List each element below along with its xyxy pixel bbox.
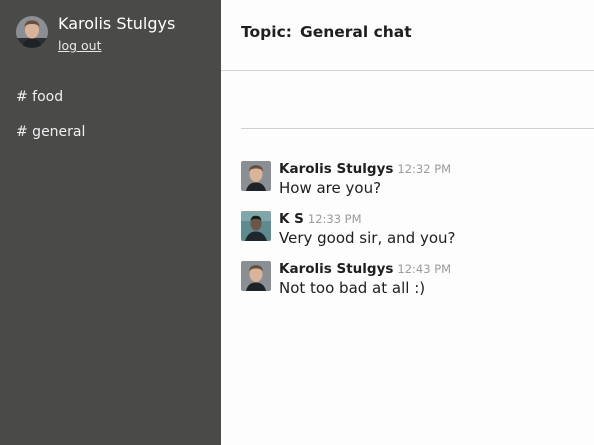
message-item: Karolis Stulgys 12:32 PM How are you?: [241, 161, 586, 211]
user-name: Karolis Stulgys: [58, 14, 176, 33]
message-timestamp: 12:43 PM: [397, 262, 452, 276]
message-divider: [241, 128, 594, 129]
user-avatar-karolis: [241, 161, 271, 191]
chat-app: Karolis Stulgys log out # food # general…: [0, 0, 594, 445]
user-avatar-ks: [241, 211, 271, 241]
topic-bar: Topic: General chat: [221, 0, 594, 71]
message-author: Karolis Stulgys: [279, 161, 394, 177]
message-timestamp: 12:33 PM: [307, 212, 362, 226]
message-text: Not too bad at all :): [279, 279, 426, 297]
user-avatar: [16, 16, 48, 48]
message-author: K S: [279, 211, 304, 227]
message-timestamp: 12:32 PM: [397, 162, 452, 176]
channel-item-general[interactable]: # general: [16, 123, 85, 141]
message-list: Karolis Stulgys 12:32 PM How are you? K …: [241, 161, 586, 311]
channel-item-food[interactable]: # food: [16, 88, 85, 106]
chat-main: Topic: General chat Karolis Stulgys 12:32 …: [221, 0, 594, 445]
message-author: Karolis Stulgys: [279, 261, 394, 277]
topic-value: General chat: [299, 23, 412, 41]
user-profile: Karolis Stulgys log out: [16, 14, 176, 54]
topic-heading: Topic: General chat: [241, 23, 412, 41]
user-avatar-karolis: [241, 261, 271, 291]
message-text: How are you?: [279, 179, 382, 197]
sidebar: Karolis Stulgys log out # food # general: [0, 0, 221, 445]
message-item: K S 12:33 PM Very good sir, and you?: [241, 211, 586, 261]
logout-link[interactable]: log out: [58, 38, 102, 53]
message-item: Karolis Stulgys 12:43 PM Not too bad at a…: [241, 261, 586, 311]
channel-list: # food # general: [16, 88, 85, 158]
message-text: Very good sir, and you?: [279, 229, 456, 247]
topic-label: Topic:: [241, 23, 292, 41]
